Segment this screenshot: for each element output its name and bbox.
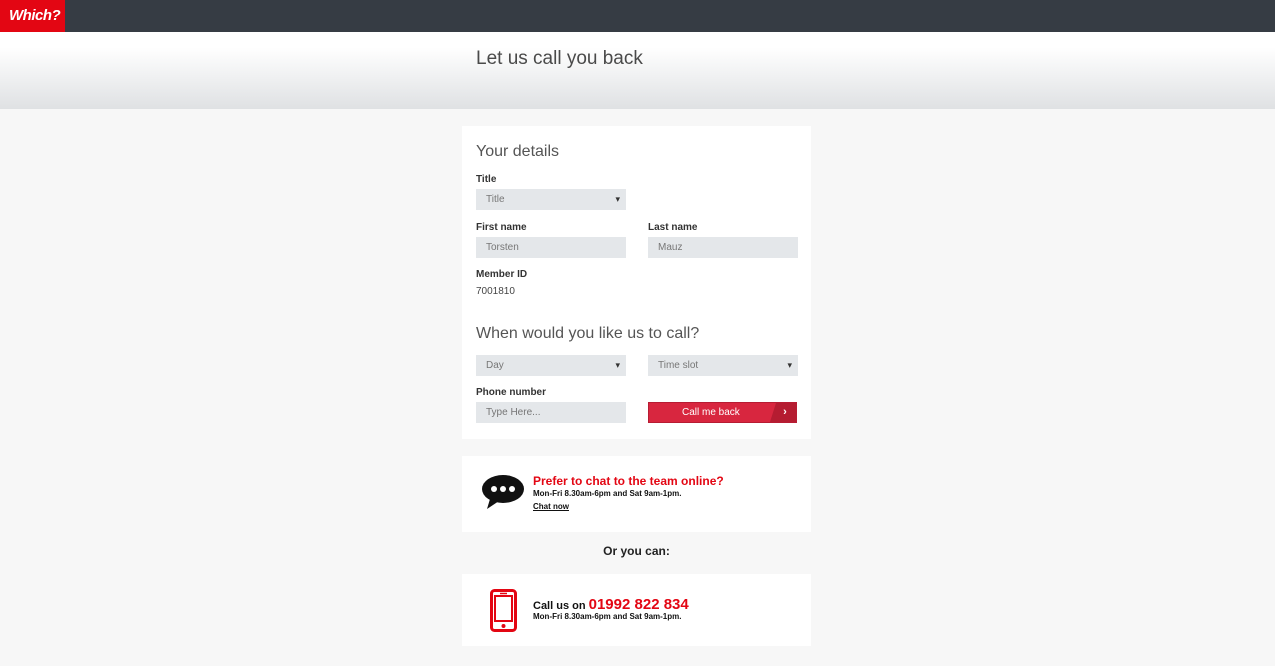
phone-number-link[interactable]: 01992 822 834 [589, 596, 689, 613]
time-slot-value: Time slot [658, 360, 699, 371]
call-time-heading: When would you like us to call? [476, 325, 700, 342]
title-select[interactable]: Title [476, 189, 626, 210]
page-title: Let us call you back [476, 48, 643, 69]
day-select[interactable]: Day [476, 355, 626, 376]
member-id-label: Member ID [476, 269, 528, 280]
call-me-back-label: Call me back [682, 407, 740, 418]
time-slot-select[interactable]: Time slot [648, 355, 798, 376]
or-you-can-text: Or you can: [603, 544, 670, 558]
top-navigation-bar: Which? [0, 0, 1275, 32]
first-name-value: Torsten [486, 242, 519, 253]
speech-bubble-icon [482, 475, 524, 509]
title-label: Title [476, 174, 497, 185]
last-name-value: Mauz [658, 242, 683, 253]
last-name-field[interactable]: Mauz [648, 237, 798, 258]
call-us-text: Call us on 01992 822 834 [533, 596, 689, 613]
which-logo[interactable]: Which? [0, 0, 65, 32]
chat-hours: Mon-Fri 8.30am-6pm and Sat 9am-1pm. [533, 489, 682, 498]
your-details-heading: Your details [476, 143, 560, 160]
day-select-value: Day [486, 360, 504, 371]
call-hours: Mon-Fri 8.30am-6pm and Sat 9am-1pm. [533, 612, 682, 621]
member-id-value: 7001810 [476, 286, 515, 297]
page-header: Let us call you back [0, 32, 1275, 109]
call-me-back-button[interactable]: Call me back › [648, 402, 797, 423]
mobile-phone-icon [490, 589, 517, 632]
phone-number-input[interactable] [476, 402, 626, 423]
call-us-prefix: Call us on [533, 600, 589, 612]
title-select-value: Title [486, 194, 505, 205]
call-panel: Call us on 01992 822 834 Mon-Fri 8.30am-… [462, 574, 811, 646]
chat-now-link[interactable]: Chat now [533, 502, 569, 511]
callback-form: Your details Title Title First name Tors… [462, 126, 811, 439]
phone-number-label: Phone number [476, 387, 547, 398]
chat-panel: Prefer to chat to the team online? Mon-F… [462, 456, 811, 532]
last-name-label: Last name [648, 222, 698, 233]
chevron-right-icon: › [770, 403, 796, 422]
first-name-label: First name [476, 222, 527, 233]
chat-heading: Prefer to chat to the team online? [533, 474, 724, 488]
first-name-field[interactable]: Torsten [476, 237, 626, 258]
